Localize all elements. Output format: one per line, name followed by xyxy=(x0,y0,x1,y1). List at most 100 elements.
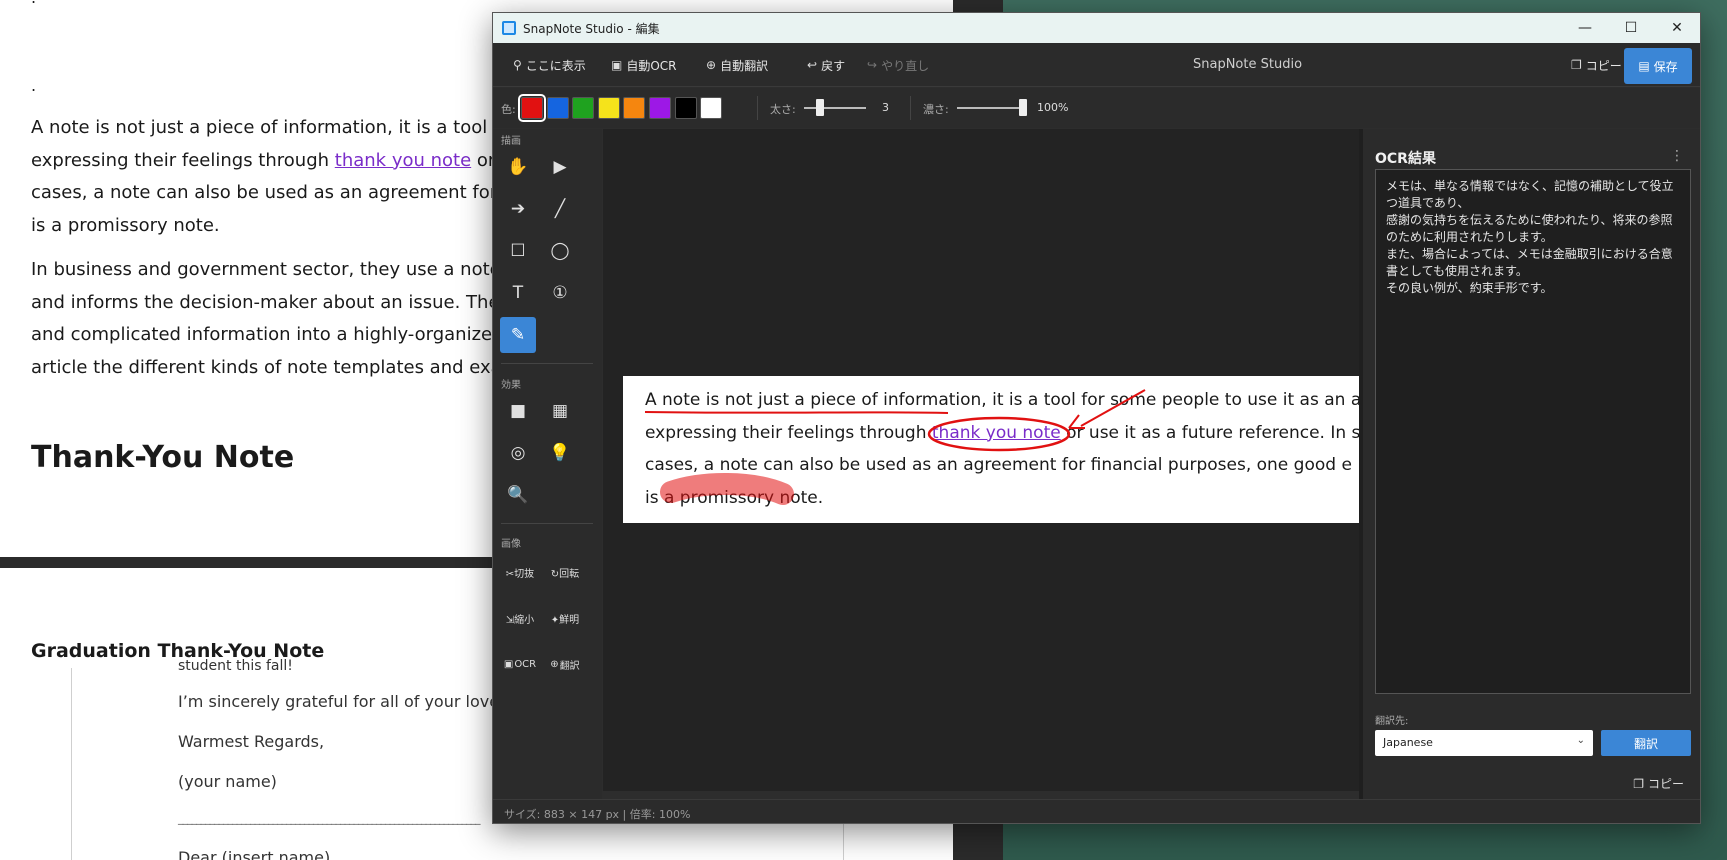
copy-icon: ❐ xyxy=(1633,777,1644,791)
thickness-slider-track[interactable] xyxy=(804,107,866,109)
window-title: SnapNote Studio - 編集 xyxy=(523,21,660,36)
save-icon: ▤ xyxy=(1638,59,1650,73)
letter-line: Warmest Regards, xyxy=(178,732,325,751)
sharpen-button[interactable]: ✦鮮明 xyxy=(543,607,587,629)
undo-icon: ↩ xyxy=(807,58,818,72)
magnifier-icon: 🔍 xyxy=(507,485,529,505)
canvas-area[interactable]: A note is not just a piece of informatio… xyxy=(603,129,1359,791)
opacity-label: 濃さ: xyxy=(923,103,949,116)
draw-section-label: 描画 xyxy=(501,136,521,147)
color-swatch[interactable] xyxy=(597,97,620,119)
translate-tool-button[interactable]: ⊕ 翻訳 xyxy=(543,653,587,675)
more-options-icon[interactable]: ⋮ xyxy=(1670,148,1684,164)
ellipse-tool[interactable]: ◯ xyxy=(542,233,578,269)
effects-section-label: 効果 xyxy=(501,380,521,391)
hand-tool[interactable]: ✋ xyxy=(500,149,536,185)
pin-button[interactable]: ⚲ ここに表示 xyxy=(513,54,586,76)
color-swatch[interactable] xyxy=(518,94,546,122)
auto-translate-button[interactable]: ⊕ 自動翻訳 xyxy=(706,54,768,76)
globe-icon: ⊕ xyxy=(706,58,717,72)
hand-icon: ✋ xyxy=(507,157,529,177)
annotation-layer xyxy=(644,389,1146,505)
mosaic-tool[interactable]: ▦ xyxy=(542,393,578,429)
grid-icon: ▦ xyxy=(551,401,569,421)
title-bar[interactable]: SnapNote Studio - 編集 — ☐ ✕ xyxy=(493,13,1700,43)
highlight-annotation xyxy=(660,473,794,505)
section-separator xyxy=(501,523,593,524)
save-button[interactable]: ▤ 保存 xyxy=(1624,48,1692,84)
thank-you-note-link[interactable]: thank you note xyxy=(335,150,471,171)
opacity-value: 100% xyxy=(1037,101,1069,114)
color-label: 色: xyxy=(501,103,516,116)
color-swatch[interactable] xyxy=(674,97,697,119)
status-text: サイズ: 883 × 147 px | 倍率: 100% xyxy=(504,808,691,821)
color-swatch[interactable] xyxy=(700,97,723,119)
magnifier-tool[interactable]: 🔍 xyxy=(500,477,536,513)
numbered-circle-icon: ① xyxy=(552,283,568,303)
circle-annotation xyxy=(927,416,1071,452)
color-swatch[interactable] xyxy=(546,97,569,119)
filled-square-icon: ■ xyxy=(509,401,527,421)
letter-line: Dear (insert name) xyxy=(178,848,331,860)
undo-button[interactable]: ↩ 戻す xyxy=(807,54,845,76)
color-swatch[interactable] xyxy=(623,97,646,119)
copy-button[interactable]: ❐ コピー xyxy=(1571,54,1622,76)
letter-line: I’m sincerely grateful for all of your l… xyxy=(178,692,514,711)
shrink-button[interactable]: ⇲縮小 xyxy=(498,607,542,629)
text-tool[interactable]: T xyxy=(500,275,536,311)
opacity-slider-thumb[interactable] xyxy=(1019,99,1027,116)
fill-tool[interactable]: ■ xyxy=(500,393,536,429)
maximize-button[interactable]: ☐ xyxy=(1608,13,1654,43)
bullet-dot: . xyxy=(31,0,36,7)
ocr-result-text[interactable]: メモは、単なる情報ではなく、記憶の補助として役立つ道具であり、 感謝の気持ちを伝… xyxy=(1375,169,1691,694)
color-swatch[interactable] xyxy=(649,97,671,119)
section-separator xyxy=(501,363,593,364)
app-name: SnapNote Studio xyxy=(1193,57,1303,72)
auto-ocr-button[interactable]: ▣ 自動OCR xyxy=(611,54,677,76)
select-tool[interactable]: ▶ xyxy=(542,149,578,185)
arrow-annotation xyxy=(1080,389,1146,427)
line-tool[interactable]: ╱ xyxy=(542,191,578,227)
translate-button[interactable]: 翻訳 xyxy=(1601,730,1691,756)
ocr-button[interactable]: ▣ OCR xyxy=(498,653,542,675)
underline-annotation xyxy=(644,411,949,414)
thickness-slider-thumb[interactable] xyxy=(815,99,824,116)
pencil-icon: ✎ xyxy=(510,325,526,345)
letter-frame-left xyxy=(71,668,72,860)
minimize-button[interactable]: — xyxy=(1562,13,1608,43)
copy-icon: ❐ xyxy=(1571,58,1582,72)
spotlight-tool[interactable]: ◎ xyxy=(500,435,536,471)
line-icon: ╱ xyxy=(554,199,566,219)
rectangle-icon: ☐ xyxy=(510,241,526,261)
number-tool[interactable]: ① xyxy=(542,275,578,311)
letter-rule: ________________________________________… xyxy=(178,812,480,825)
rectangle-tool[interactable]: ☐ xyxy=(500,233,536,269)
crop-button[interactable]: ✂切抜 xyxy=(498,561,542,583)
color-swatch[interactable] xyxy=(572,97,595,119)
lightbulb-icon: 💡 xyxy=(549,443,571,463)
redo-icon: ↪ xyxy=(867,58,878,72)
thickness-value: 3 xyxy=(882,101,889,114)
target-icon: ◎ xyxy=(510,443,526,463)
redo-button[interactable]: ↪ やり直し xyxy=(867,54,929,76)
pen-tool[interactable]: ✎ xyxy=(500,317,536,353)
play-icon: ▶ xyxy=(553,157,567,177)
language-select[interactable]: Japanese ⌄ xyxy=(1375,730,1593,756)
chevron-down-icon: ⌄ xyxy=(1576,735,1585,746)
circle-icon: ◯ xyxy=(550,241,570,261)
toolbar-separator xyxy=(757,96,758,120)
snapnote-window: SnapNote Studio - 編集 — ☐ ✕ ⚲ ここに表示 ▣ 自動OCR… xyxy=(492,12,1701,824)
ocr-copy-button[interactable]: ❐ コピー xyxy=(1633,775,1684,792)
arrow-icon: ➔ xyxy=(510,199,526,219)
letter-line: (your name) xyxy=(178,772,277,791)
text-icon: T xyxy=(512,283,524,303)
arrow-tool[interactable]: ➔ xyxy=(500,191,536,227)
opacity-slider-track[interactable] xyxy=(957,107,1023,109)
thickness-label: 太さ: xyxy=(770,103,796,116)
bullet-dot: . xyxy=(31,76,37,95)
close-button[interactable]: ✕ xyxy=(1654,13,1700,43)
rotate-button[interactable]: ↻回転 xyxy=(543,561,587,583)
translate-target-label: 翻訳先: xyxy=(1375,716,1409,727)
highlight-tool[interactable]: 💡 xyxy=(542,435,578,471)
captured-image[interactable]: A note is not just a piece of informatio… xyxy=(623,376,1359,523)
